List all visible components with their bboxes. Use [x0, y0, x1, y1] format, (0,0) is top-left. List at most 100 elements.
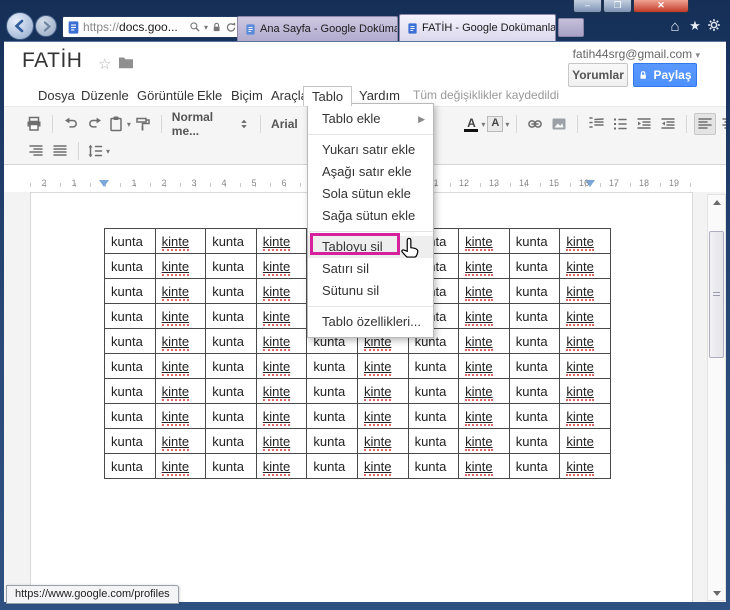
table-cell[interactable]: kinte — [559, 453, 611, 479]
scroll-up-arrow[interactable] — [708, 195, 725, 209]
scrollbar-thumb[interactable] — [709, 231, 724, 358]
clipboard-button[interactable]: ▾ — [108, 113, 131, 135]
table-cell[interactable]: kunta — [205, 303, 257, 329]
tab-fatih[interactable]: FATİH - Google Dokümanlar × — [399, 14, 556, 41]
search-dropdown-caret-icon[interactable]: ▾ — [204, 23, 208, 32]
table-cell[interactable]: kinte — [356, 403, 409, 429]
justify-button[interactable] — [49, 140, 71, 162]
table-cell[interactable]: kunta — [508, 353, 561, 379]
table-cell[interactable]: kunta — [205, 253, 257, 279]
image-button[interactable] — [548, 113, 570, 135]
table-cell[interactable]: kinte — [154, 253, 207, 279]
list-bullet-button[interactable] — [609, 113, 631, 135]
table-cell[interactable]: kunta — [508, 403, 561, 429]
table-cell[interactable]: kunta — [306, 428, 358, 454]
table-cell[interactable]: kunta — [205, 353, 257, 379]
menu-item-s-tunu-sil[interactable]: Sütunu sil — [308, 280, 433, 302]
table-cell[interactable]: kinte — [356, 428, 409, 454]
table-cell[interactable]: kinte — [255, 453, 308, 479]
table-cell[interactable]: kinte — [356, 353, 409, 379]
forward-button[interactable] — [35, 15, 57, 37]
menu-item-sa-a-s-tun-ekle[interactable]: Sağa sütun ekle — [308, 205, 433, 227]
undo-button[interactable] — [60, 113, 82, 135]
table-cell[interactable]: kunta — [104, 278, 156, 304]
favorites-star-icon[interactable]: ★ — [686, 18, 704, 34]
table-cell[interactable]: kunta — [104, 328, 156, 354]
new-tab-button[interactable] — [558, 18, 584, 37]
table-cell[interactable]: kinte — [154, 403, 207, 429]
table-cell[interactable]: kunta — [508, 428, 561, 454]
address-url[interactable]: https://docs.goo... — [83, 20, 186, 34]
table-cell[interactable]: kinte — [154, 278, 207, 304]
table-cell[interactable]: kinte — [458, 453, 510, 479]
table-cell[interactable]: kunta — [205, 453, 257, 479]
table-cell[interactable]: kinte — [458, 428, 510, 454]
table-cell[interactable]: kunta — [508, 228, 561, 254]
table-cell[interactable]: kinte — [559, 303, 611, 329]
outdent-button[interactable] — [633, 113, 655, 135]
account-menu[interactable]: fatih44srg@gmail.com ▾ — [573, 47, 700, 61]
table-cell[interactable]: kinte — [458, 353, 510, 379]
address-bar[interactable]: https://docs.goo... ▾ × — [62, 16, 252, 38]
table-cell[interactable]: kunta — [306, 353, 358, 379]
table-cell[interactable]: kinte — [255, 353, 308, 379]
table-cell[interactable]: kunta — [104, 403, 156, 429]
table-cell[interactable]: kinte — [559, 278, 611, 304]
align-center-button[interactable] — [718, 113, 726, 135]
table-cell[interactable]: kunta — [205, 228, 257, 254]
table-cell[interactable]: kinte — [458, 228, 510, 254]
table-cell[interactable]: kinte — [458, 278, 510, 304]
menu-tablo[interactable]: Tablo — [303, 86, 353, 106]
indent-button[interactable] — [657, 113, 679, 135]
align-left-button[interactable] — [694, 113, 717, 135]
scroll-down-arrow[interactable] — [708, 586, 725, 600]
menu-item-a-a-sat-r-ekle[interactable]: Aşağı satır ekle — [308, 161, 433, 183]
folder-icon[interactable] — [118, 56, 134, 74]
align-right-button[interactable] — [25, 140, 47, 162]
table-cell[interactable]: kinte — [458, 253, 510, 279]
table-cell[interactable]: kinte — [559, 353, 611, 379]
table-cell[interactable]: kinte — [458, 378, 510, 404]
table-cell[interactable]: kinte — [154, 303, 207, 329]
line-spacing-button[interactable]: ▾ — [86, 140, 110, 162]
table-cell[interactable]: kinte — [559, 403, 611, 429]
table-cell[interactable]: kinte — [154, 228, 207, 254]
redo-button[interactable] — [84, 113, 106, 135]
table-cell[interactable]: kunta — [306, 453, 358, 479]
table-cell[interactable]: kinte — [255, 428, 308, 454]
font-selector[interactable]: Arial — [267, 113, 302, 135]
table-cell[interactable]: kunta — [205, 328, 257, 354]
table-cell[interactable]: kinte — [154, 453, 207, 479]
window-minimize-button[interactable]: – — [573, 0, 602, 13]
table-cell[interactable]: kinte — [255, 278, 308, 304]
left-indent-marker[interactable] — [99, 180, 109, 187]
table-cell[interactable]: kunta — [205, 378, 257, 404]
table-cell[interactable]: kunta — [104, 303, 156, 329]
link-button[interactable] — [524, 113, 546, 135]
search-icon[interactable] — [189, 21, 201, 33]
table-cell[interactable]: kunta — [407, 378, 460, 404]
table-cell[interactable]: kinte — [255, 378, 308, 404]
share-button[interactable]: Paylaş — [633, 63, 697, 87]
table-cell[interactable]: kinte — [356, 378, 409, 404]
table-cell[interactable]: kinte — [154, 378, 207, 404]
table-cell[interactable]: kunta — [508, 253, 561, 279]
table-cell[interactable]: kunta — [508, 278, 561, 304]
table-cell[interactable]: kinte — [255, 328, 308, 354]
table-cell[interactable]: kinte — [356, 453, 409, 479]
table-cell[interactable]: kinte — [559, 253, 611, 279]
table-cell[interactable]: kinte — [255, 253, 308, 279]
table-cell[interactable]: kunta — [508, 328, 561, 354]
table-cell[interactable]: kinte — [154, 428, 207, 454]
table-cell[interactable]: kinte — [154, 328, 207, 354]
table-cell[interactable]: kunta — [407, 403, 460, 429]
comments-button[interactable]: Yorumlar — [568, 63, 628, 87]
table-cell[interactable]: kunta — [104, 428, 156, 454]
table-cell[interactable]: kinte — [458, 403, 510, 429]
table-cell[interactable]: kinte — [255, 228, 308, 254]
star-document-icon[interactable]: ☆ — [98, 55, 111, 73]
table-cell[interactable]: kunta — [508, 453, 561, 479]
table-cell[interactable]: kunta — [205, 278, 257, 304]
refresh-icon[interactable] — [225, 21, 237, 33]
table-cell[interactable]: kinte — [559, 328, 611, 354]
